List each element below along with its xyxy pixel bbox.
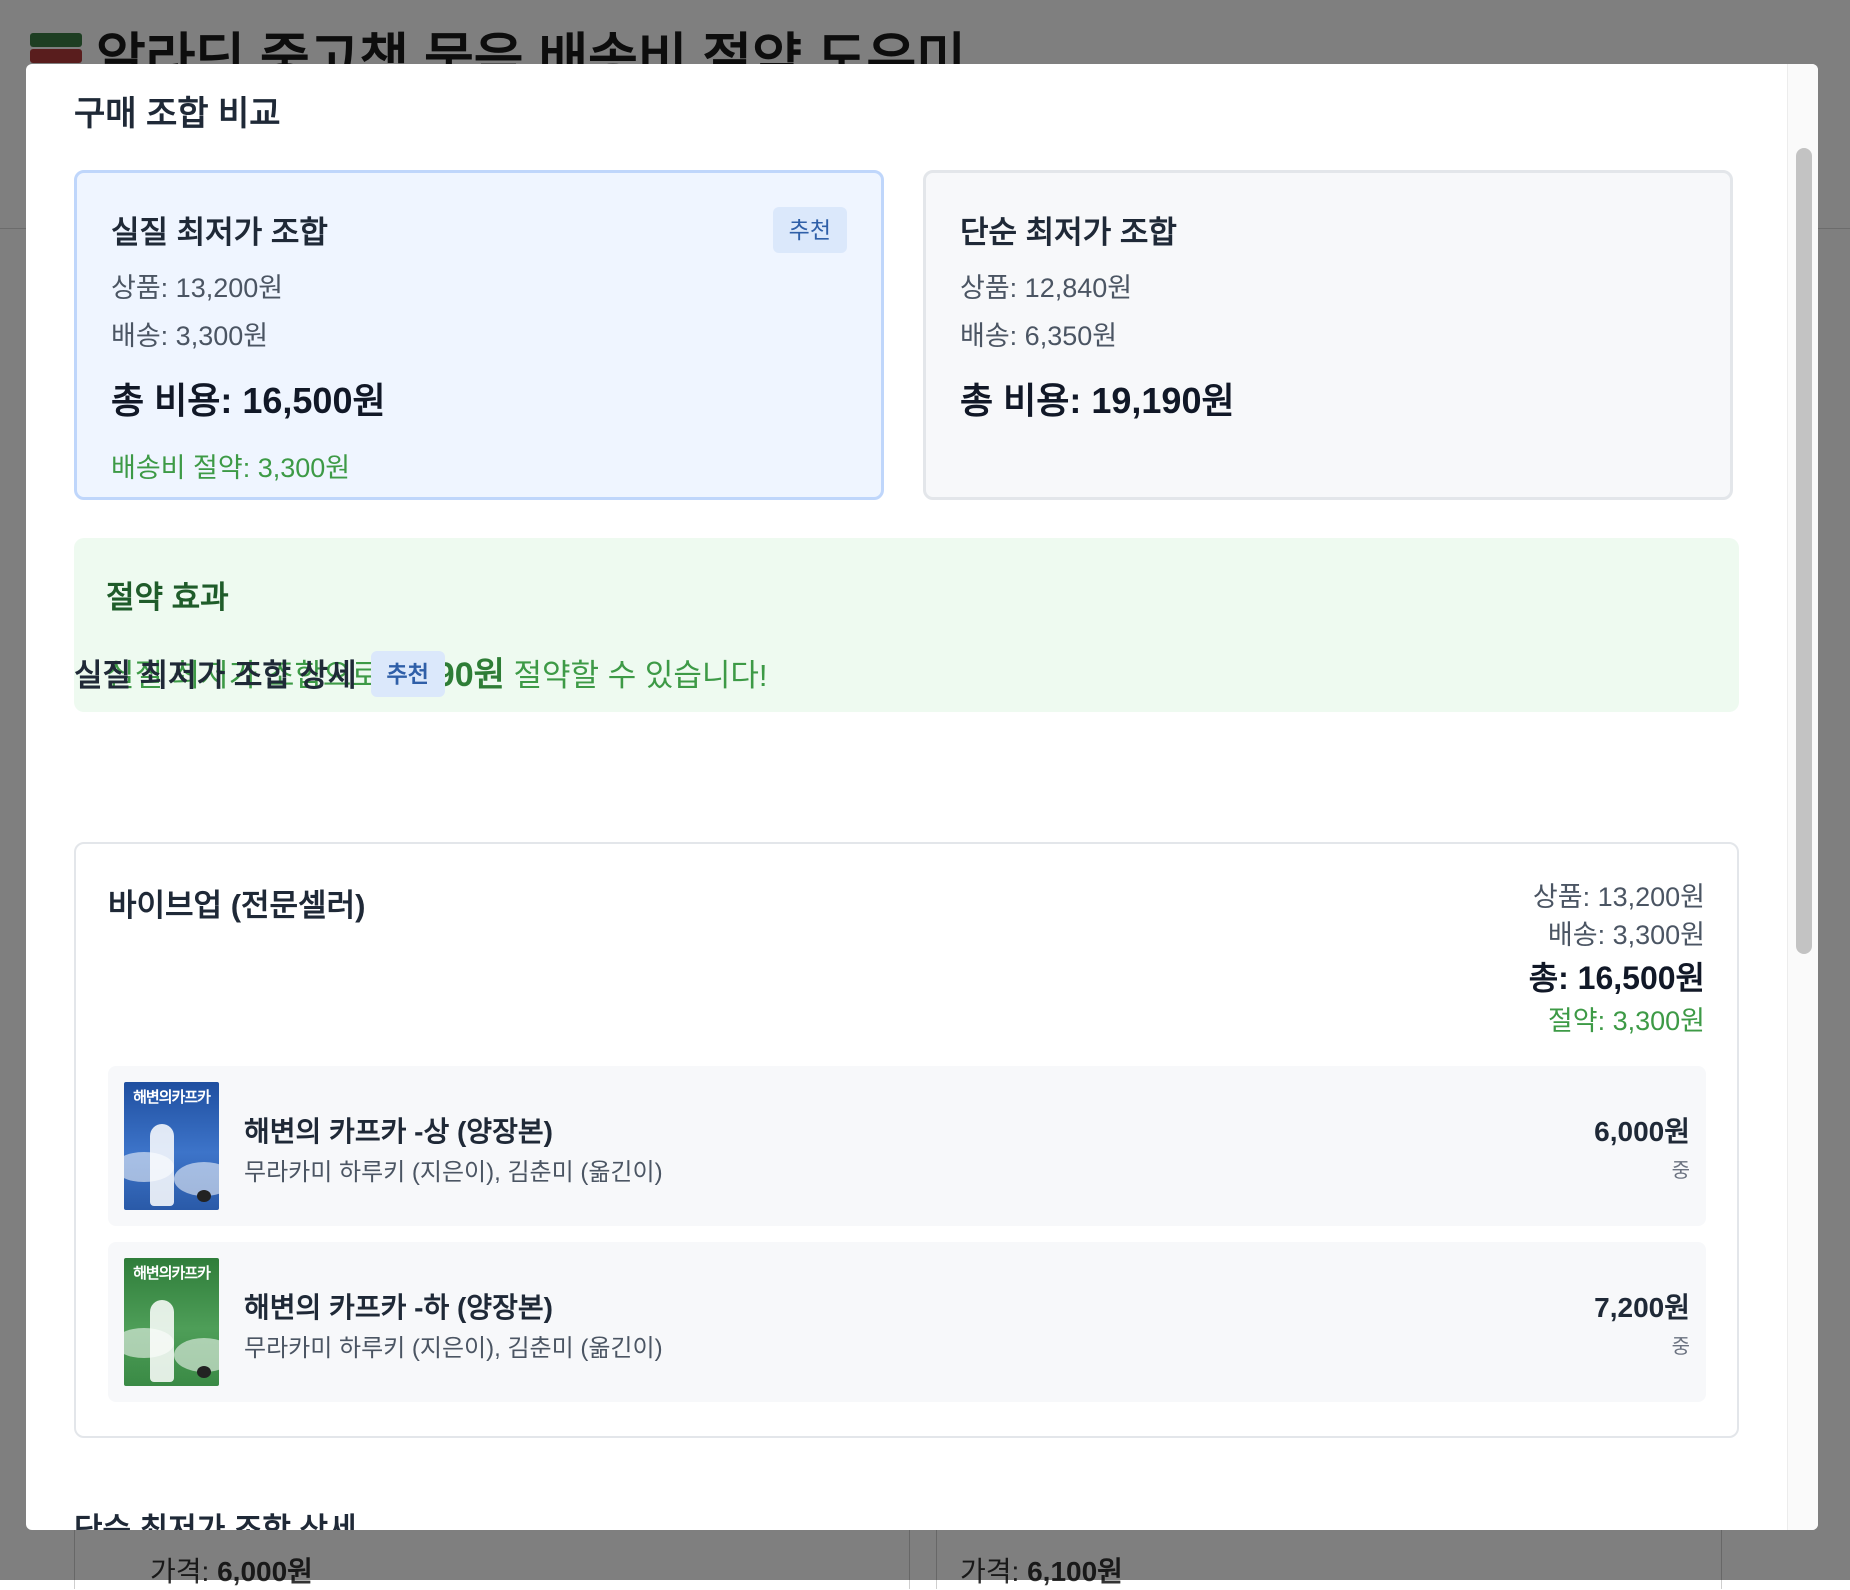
seller-group: 바이브업 (전문셀러) 상품: 13,200원 배송: 3,300원 총: 16… — [74, 842, 1739, 1438]
simple-total-cost: 총 비용: 19,190원 — [960, 380, 1235, 421]
optimal-shipping-cost: 배송: 3,300원 — [111, 321, 269, 351]
book-cover-image: 해변의카프카 — [124, 1258, 219, 1386]
book-price: 7,200원 — [1594, 1292, 1690, 1323]
book-title[interactable]: 해변의 카프카 -하 (양장본) — [244, 1286, 553, 1326]
optimal-detail-title: 실질 최저가 조합 상세 추천 — [74, 650, 445, 697]
simple-goods-cost: 상품: 12,840원 — [960, 273, 1133, 303]
book-cover-image: 해변의카프카 — [124, 1082, 219, 1210]
optimal-combo-card[interactable]: 실질 최저가 조합 추천 상품: 13,200원 배송: 3,300원 총 비용… — [74, 170, 884, 500]
comparison-modal: 구매 조합 비교 실질 최저가 조합 추천 상품: 13,200원 배송: 3,… — [26, 64, 1818, 1530]
seller-summary: 상품: 13,200원 배송: 3,300원 총: 16,500원 절약: 3,… — [1529, 878, 1705, 1040]
book-title[interactable]: 해변의 카프카 -상 (양장본) — [244, 1110, 553, 1150]
modal-scrollbar[interactable] — [1787, 64, 1818, 1530]
seller-total-cost: 총: 16,500원 — [1528, 960, 1705, 996]
simple-combo-card[interactable]: 단순 최저가 조합 상품: 12,840원 배송: 6,350원 총 비용: 1… — [923, 170, 1733, 500]
optimal-total-cost: 총 비용: 16,500원 — [111, 380, 386, 421]
seller-saving: 절약: 3,300원 — [1547, 1006, 1705, 1036]
seller-shipping-cost: 배송: 3,300원 — [1547, 920, 1705, 950]
recommended-badge: 추천 — [370, 651, 445, 697]
book-condition: 중 — [1671, 1336, 1690, 1358]
simple-shipping-cost: 배송: 6,350원 — [960, 321, 1118, 351]
simple-combo-title: 단순 최저가 조합 — [960, 215, 1177, 250]
simple-detail-title: 단순 최저가 조합 상세 — [74, 1512, 357, 1530]
modal-title: 구매 조합 비교 — [74, 95, 281, 133]
book-item[interactable]: 해변의카프카 해변의 카프카 -하 (양장본) 무라카미 하루키 (지은이), … — [108, 1242, 1706, 1402]
book-author: 무라카미 하루키 (지은이), 김춘미 (옮긴이) — [244, 1159, 663, 1186]
recommended-badge: 추천 — [772, 207, 847, 253]
seller-name[interactable]: 바이브업 (전문셀러) — [108, 880, 365, 925]
seller-goods-cost: 상품: 13,200원 — [1532, 882, 1705, 912]
book-price: 6,000원 — [1594, 1116, 1690, 1147]
savings-title: 절약 효과 — [106, 580, 229, 615]
optimal-goods-cost: 상품: 13,200원 — [111, 273, 284, 303]
book-author: 무라카미 하루키 (지은이), 김춘미 (옮긴이) — [244, 1335, 663, 1362]
optimal-combo-title: 실질 최저가 조합 — [111, 215, 328, 250]
book-condition: 중 — [1671, 1160, 1690, 1182]
optimal-shipping-saving: 배송비 절약: 3,300원 — [111, 453, 351, 483]
scrollbar-thumb[interactable] — [1796, 148, 1812, 954]
book-item[interactable]: 해변의카프카 해변의 카프카 -상 (양장본) 무라카미 하루키 (지은이), … — [108, 1066, 1706, 1226]
